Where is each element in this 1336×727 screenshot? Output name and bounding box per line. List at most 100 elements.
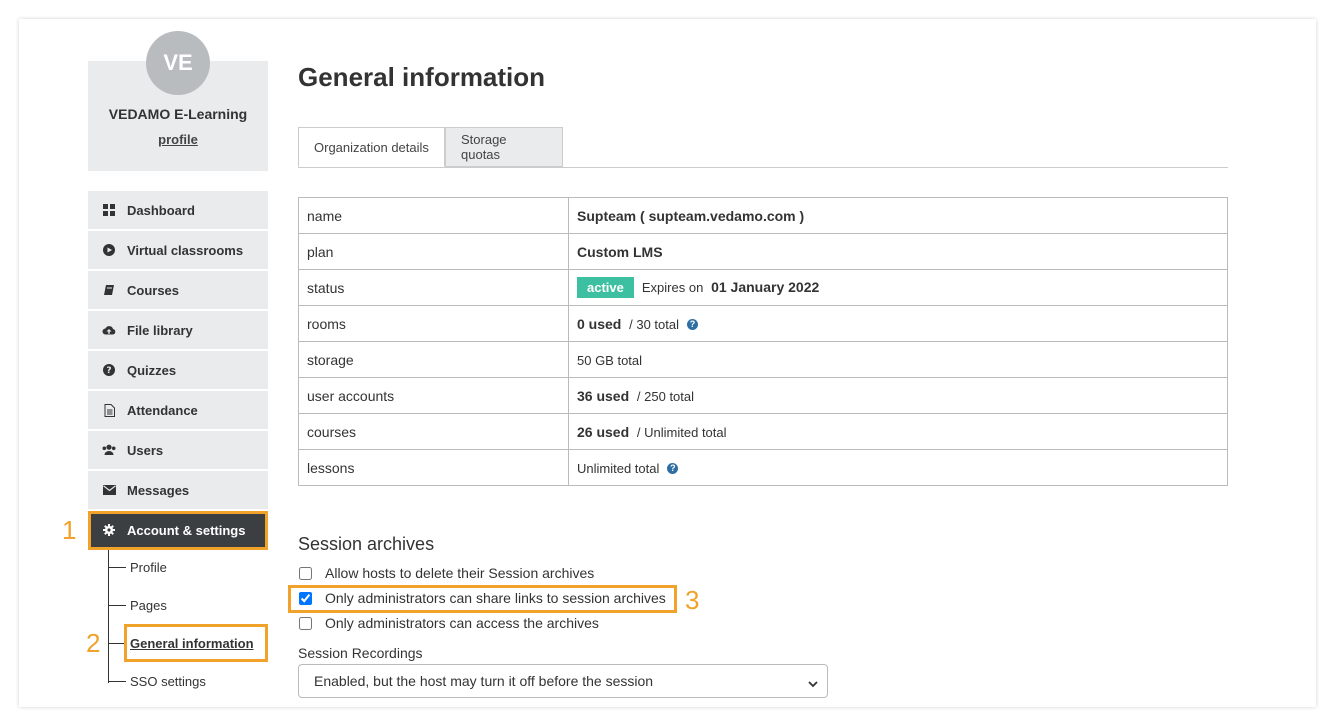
allow-hosts-delete-checkbox[interactable] [299, 566, 312, 580]
step-number-2: 2 [86, 628, 101, 658]
archive-option-row[interactable]: Allow hosts to delete their Session arch… [298, 565, 594, 581]
row-key: rooms [298, 305, 569, 342]
rooms-used: 0 used [577, 315, 622, 332]
sidebar-item-quizzes[interactable]: ? Quizzes [88, 351, 268, 389]
lessons-total: Unlimited total [577, 460, 660, 476]
sidebar-item-label: Courses [127, 282, 180, 298]
row-value: 26 used / Unlimited total [568, 413, 1228, 450]
sidebar-item-file-library[interactable]: File library [88, 311, 268, 349]
book-icon [102, 283, 116, 297]
storage-total: 50 GB total [577, 352, 643, 368]
checkbox-label: Only administrators can share links to s… [325, 590, 666, 606]
users-icon [102, 443, 116, 457]
step-number-1: 1 [62, 515, 77, 545]
courses-total: / Unlimited total [636, 424, 727, 440]
envelope-icon [102, 483, 116, 497]
status-badge: active [577, 277, 634, 298]
table-row: lessons Unlimited total? [298, 449, 1228, 486]
subnav-item-sso-settings[interactable]: SSO settings [108, 673, 206, 689]
subnav-item-label: Profile [130, 559, 167, 575]
archive-option-row[interactable]: Only administrators can share links to s… [298, 590, 666, 606]
svg-text:?: ? [106, 366, 111, 376]
step-number-3: 3 [685, 585, 700, 615]
row-value: Unlimited total? [568, 449, 1228, 486]
row-key: plan [298, 233, 569, 270]
plan-value: Custom LMS [577, 243, 663, 260]
rooms-total: / 30 total [629, 316, 680, 332]
row-value: Supteam ( supteam.vedamo.com ) [568, 197, 1228, 234]
select-value: Enabled, but the host may turn it off be… [314, 673, 654, 689]
row-value: 36 used / 250 total [568, 377, 1228, 414]
user-accounts-total: / 250 total [636, 388, 695, 404]
table-row: user accounts 36 used / 250 total [298, 377, 1228, 414]
sidebar-item-dashboard[interactable]: Dashboard [88, 191, 268, 229]
expires-date: 01 January 2022 [711, 279, 820, 295]
row-key: courses [298, 413, 569, 450]
subnav-item-label: Pages [130, 597, 167, 613]
sidebar-item-users[interactable]: Users [88, 431, 268, 469]
tree-connector [108, 604, 126, 606]
sidebar-nav: Dashboard Virtual classrooms Courses Fil… [88, 191, 268, 551]
row-key: lessons [298, 449, 569, 486]
table-row: storage 50 GB total [298, 341, 1228, 378]
table-row: status active Expires on 01 January 2022 [298, 269, 1228, 306]
organization-name-value: Supteam ( supteam.vedamo.com ) [577, 207, 805, 224]
sidebar-item-attendance[interactable]: Attendance [88, 391, 268, 429]
cloud-upload-icon [102, 323, 116, 337]
admins-share-links-checkbox[interactable] [299, 591, 312, 605]
chevron-down-icon [807, 676, 819, 692]
session-recordings-label: Session Recordings [298, 645, 423, 661]
sidebar-item-label: Virtual classrooms [127, 242, 244, 258]
dashboard-icon [102, 203, 116, 217]
highlight-box-account-settings [88, 511, 268, 550]
sidebar-item-label: Messages [127, 482, 190, 498]
row-value: 0 used / 30 total? [568, 305, 1228, 342]
subnav-item-profile[interactable]: Profile [108, 559, 167, 575]
question-circle-icon: ? [102, 363, 116, 377]
row-value: active Expires on 01 January 2022 [568, 269, 1228, 306]
table-row: plan Custom LMS [298, 233, 1228, 270]
subnav-item-label: SSO settings [130, 673, 206, 689]
tree-connector [108, 566, 126, 568]
session-recordings-select[interactable]: Enabled, but the host may turn it off be… [298, 664, 828, 698]
sidebar-item-label: File library [127, 322, 193, 338]
table-row: courses 26 used / Unlimited total [298, 413, 1228, 450]
question-circle-icon[interactable]: ? [687, 319, 699, 331]
play-circle-icon [102, 243, 116, 257]
tab-storage-quotas[interactable]: Storage quotas [445, 127, 563, 167]
row-value: Custom LMS [568, 233, 1228, 270]
admins-access-archives-checkbox[interactable] [299, 616, 312, 630]
table-row: rooms 0 used / 30 total? [298, 305, 1228, 342]
row-key: name [298, 197, 569, 234]
sidebar-item-label: Attendance [127, 402, 198, 418]
expires-label: Expires on [641, 280, 704, 295]
checkbox-label: Only administrators can access the archi… [325, 615, 599, 631]
page-title: General information [298, 62, 546, 92]
tab-organization-details[interactable]: Organization details [298, 127, 445, 167]
row-key: storage [298, 341, 569, 378]
sidebar-item-messages[interactable]: Messages [88, 471, 268, 509]
sidebar-item-label: Quizzes [127, 362, 177, 378]
profile-link[interactable]: profile [88, 132, 268, 147]
row-value: 50 GB total [568, 341, 1228, 378]
organization-name: VEDAMO E-Learning [108, 106, 248, 122]
table-row: name Supteam ( supteam.vedamo.com ) [298, 197, 1228, 234]
sidebar-item-courses[interactable]: Courses [88, 271, 268, 309]
sidebar-item-virtual-classrooms[interactable]: Virtual classrooms [88, 231, 268, 269]
archive-option-row[interactable]: Only administrators can access the archi… [298, 615, 599, 631]
organization-details-table: name Supteam ( supteam.vedamo.com ) plan… [298, 197, 1228, 486]
question-circle-icon[interactable]: ? [667, 463, 679, 475]
sidebar-item-label: Users [127, 442, 164, 458]
courses-used: 26 used [577, 423, 630, 440]
user-accounts-used: 36 used [577, 387, 630, 404]
document-icon [102, 403, 116, 417]
tree-connector [108, 680, 126, 682]
tab-bar: Organization details Storage quotas [298, 127, 1228, 168]
sidebar-item-label: Dashboard [127, 202, 195, 218]
row-key: user accounts [298, 377, 569, 414]
checkbox-label: Allow hosts to delete their Session arch… [325, 565, 595, 581]
row-key: status [298, 269, 569, 306]
session-archives-title: Session archives [298, 534, 435, 554]
subnav-item-pages[interactable]: Pages [108, 597, 167, 613]
highlight-box-general-information [124, 624, 268, 662]
